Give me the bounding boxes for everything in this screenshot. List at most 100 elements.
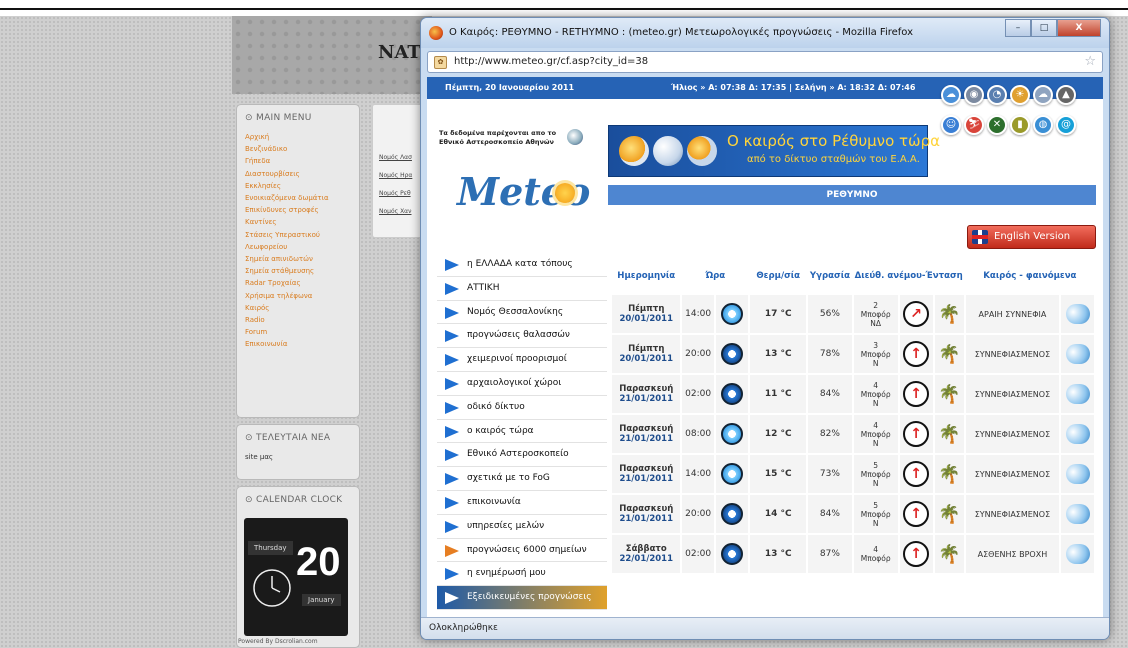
wind-direction: Ν: [872, 398, 879, 408]
forecast-day: Πέμπτη: [628, 304, 665, 314]
main-menu-item[interactable]: Καιρός: [245, 302, 351, 314]
lighthouse-icon[interactable]: ▮: [1010, 115, 1030, 135]
main-menu-item[interactable]: Forum: [245, 326, 351, 338]
person-icon[interactable]: ☺: [941, 115, 961, 135]
browser-window: Ο Καιρός: ΡΕΘΥΜΝΟ - RETHYMNO : (meteo.gr…: [420, 17, 1110, 640]
title-bar[interactable]: Ο Καιρός: ΡΕΘΥΜΝΟ - RETHYMNO : (meteo.gr…: [421, 18, 1109, 48]
main-menu-item[interactable]: Καντίνες: [245, 216, 351, 228]
cloud-icon[interactable]: ☁: [1033, 85, 1053, 105]
forecast-condition: ΣΥΝΝΕΦΙΑΣΜΕΝΟΣ: [965, 375, 1060, 413]
nav-item[interactable]: χειμερινοί προορισμοί: [437, 348, 607, 372]
forecast-condition: ΣΥΝΝΕΦΙΑΣΜΕΝΟΣ: [965, 415, 1060, 453]
main-menu-item[interactable]: Επικοινωνία: [245, 338, 351, 350]
clock-icon: [720, 463, 743, 485]
nav-item[interactable]: οδικό δίκτυο: [437, 396, 607, 420]
main-menu-panel: ⊙ MAIN MENU Αρχική Βενζινάδικο Γήπεδα Διαστ…: [236, 104, 360, 418]
wind-direction: Ν: [872, 478, 879, 488]
forecast-temp: 15 °C: [750, 455, 807, 493]
close-button[interactable]: X: [1057, 19, 1101, 37]
main-menu-item[interactable]: Γήπεδα: [245, 155, 351, 167]
forecast-row: Παρασκευή 21/01/2011 14:00 15 °C 73% 5 Μποφόρ Ν…: [612, 455, 1094, 493]
nav-item[interactable]: ΑΤΤΙΚΗ: [437, 277, 607, 301]
nav-item[interactable]: επικοινωνία: [437, 491, 607, 515]
satellite-icon[interactable]: ◉: [964, 85, 984, 105]
nav-item[interactable]: Εξειδικευμένες προγνώσεις: [437, 586, 607, 610]
analog-clock-icon: [253, 569, 291, 607]
forecast-humidity: 82%: [808, 415, 852, 453]
nav-item[interactable]: υπηρεσίες μελών: [437, 515, 607, 539]
nav-item[interactable]: Νομός Θεσσαλονίκης: [437, 301, 607, 325]
english-version-button[interactable]: English Version: [967, 225, 1096, 249]
forecast-row: Πέμπτη 20/01/2011 20:00 13 °C 78% 3 Μποφόρ Ν ↑ 🌴 Σ…: [612, 335, 1094, 373]
main-menu-item[interactable]: Επικίνδυνες στροφές: [245, 204, 351, 216]
bookmark-star-icon[interactable]: ☆: [1084, 54, 1096, 69]
url-text[interactable]: http://www.meteo.gr/cf.asp?city_id=38: [454, 56, 648, 67]
main-menu-item[interactable]: Χρήσιμα τηλέφωνα: [245, 290, 351, 302]
forecast-date-value: 20/01/2011: [619, 354, 673, 364]
county-link[interactable]: Νομός Ηρα: [379, 167, 423, 185]
wind-arrow-icon: ↑: [903, 421, 930, 447]
forecast-time: 20:00: [682, 495, 714, 533]
wind-unit: Μποφόρ: [860, 389, 891, 399]
globe-icon[interactable]: ◍: [1033, 115, 1053, 135]
main-menu-item[interactable]: Διαστουρβίσεις: [245, 168, 351, 180]
forecast-temp: 13 °C: [750, 335, 807, 373]
main-menu-item[interactable]: Βενζινάδικο: [245, 143, 351, 155]
banner[interactable]: Ο καιρός στο Ρέθυμνο τώρα από το δίκτυο …: [608, 125, 940, 177]
minimize-button[interactable]: –: [1005, 19, 1031, 37]
county-link[interactable]: Νομός Ρεθ: [379, 185, 423, 203]
nav-item[interactable]: η ΕΛΛΑΔΑ κατα τόπους: [437, 253, 607, 277]
weather-icon[interactable]: ☁: [941, 85, 961, 105]
main-menu-item[interactable]: Σημεία στάθμευσης: [245, 265, 351, 277]
forecast-row: Σάββατο 22/01/2011 02:00 13 °C 87% 4 Μποφόρ ↑ 🌴 Α…: [612, 535, 1094, 573]
main-menu-item[interactable]: Στάσεις Υπεραστικού Λεωφορείου: [245, 229, 351, 253]
sun-icon[interactable]: ☀: [1010, 85, 1030, 105]
main-menu-list: Αρχική Βενζινάδικο Γήπεδα Διαστουρβίσεις Εκκ…: [237, 131, 359, 351]
car-icon[interactable]: ▲: [1056, 85, 1076, 105]
firefox-icon: [429, 26, 443, 40]
tools-icon[interactable]: ✕: [987, 115, 1007, 135]
main-menu-item[interactable]: Εκκλησίες: [245, 180, 351, 192]
at-icon[interactable]: @: [1056, 115, 1076, 135]
window-controls: – □ X: [1005, 19, 1101, 37]
nav-item[interactable]: ο καιρός τώρα: [437, 420, 607, 444]
chart-icon[interactable]: ◔: [987, 85, 1007, 105]
main-menu-item[interactable]: Σημεία απινιδωτών: [245, 253, 351, 265]
sun-cloud-icon: [619, 136, 649, 166]
cloud-icon: [1065, 504, 1090, 524]
county-link[interactable]: Νομός Λασ: [379, 149, 423, 167]
main-menu-item[interactable]: Ενοικιαζόμενα δωμάτια: [245, 192, 351, 204]
wind-direction: Ν: [872, 358, 879, 368]
forecast-row: Πέμπτη 20/01/2011 14:00 17 °C 56% 2 Μποφόρ ΝΔ ↗ 🌴…: [612, 295, 1094, 333]
forecast-day: Σάββατο: [625, 544, 667, 554]
nav-item[interactable]: προγνώσεις 6000 σημείων: [437, 539, 607, 563]
nav-item[interactable]: Εθνικό Αστεροσκοπείο: [437, 443, 607, 468]
forecast-time: 02:00: [682, 535, 714, 573]
wind-unit: Μποφόρ: [860, 349, 891, 359]
nav-item[interactable]: σχετικά με το FoG: [437, 467, 607, 491]
main-menu-heading: ⊙ MAIN MENU: [245, 113, 312, 123]
nav-item[interactable]: προγνώσεις θαλασσών: [437, 324, 607, 349]
wind-unit: Μποφόρ: [860, 554, 891, 563]
maximize-button[interactable]: □: [1031, 19, 1057, 37]
col-weather: Καιρός - φαινόμενα: [983, 271, 1077, 281]
latest-news-text[interactable]: site μας: [237, 451, 359, 463]
main-menu-item[interactable]: Αρχική: [245, 131, 351, 143]
county-link[interactable]: Νομός Χαν: [379, 203, 423, 221]
forecast-date: Παρασκευή 21/01/2011: [612, 455, 681, 493]
nav-item[interactable]: αρχαιολογικοί χώροι: [437, 372, 607, 396]
background-links: Νομός Λασ Νομός Ηρα Νομός Ρεθ Νομός Χαν: [372, 104, 424, 238]
main-menu-item[interactable]: Radar Τροχαίας: [245, 277, 351, 289]
nav-item[interactable]: η ενημέρωσή μου: [437, 562, 607, 587]
forecast-humidity: 78%: [808, 335, 852, 373]
forecast-row: Παρασκευή 21/01/2011 20:00 14 °C 84% 5 Μποφόρ Ν…: [612, 495, 1094, 533]
powered-by[interactable]: Powered By Dscrolian.com: [238, 638, 318, 645]
forecast-date-value: 21/01/2011: [619, 434, 673, 444]
site-nav: η ΕΛΛΑΔΑ κατα τόπους ΑΤΤΙΚΗ Νομός Θεσσαλον…: [437, 253, 607, 610]
forecast-day: Παρασκευή: [619, 464, 674, 474]
address-bar[interactable]: ✿ http://www.meteo.gr/cf.asp?city_id=38 …: [427, 51, 1103, 73]
forecast-date-value: 22/01/2011: [619, 554, 673, 564]
ski-icon[interactable]: ⛷: [964, 115, 984, 135]
wind-beaufort: 4: [873, 380, 879, 390]
main-menu-item[interactable]: Radio: [245, 314, 351, 326]
